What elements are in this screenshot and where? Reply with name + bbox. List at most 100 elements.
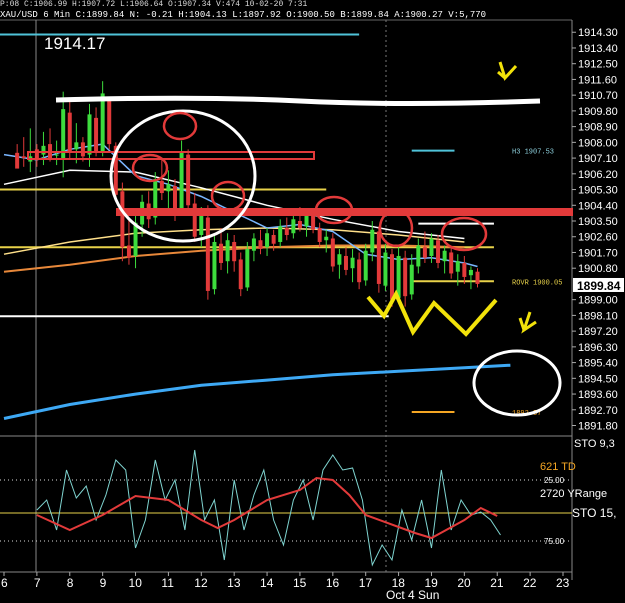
price-tick-label: 1908.90: [578, 122, 618, 134]
price-tick-label: 1895.40: [578, 358, 618, 370]
price-tick-label: 1911.60: [578, 74, 617, 86]
candle-body: [396, 255, 401, 298]
candle-body: [232, 241, 237, 262]
candle-body: [436, 240, 441, 263]
candle-body: [74, 142, 79, 150]
current-price-label: 1899.84: [577, 279, 621, 293]
annotation-red-box: [27, 151, 315, 160]
candle-body: [370, 229, 375, 253]
candle-body: [265, 233, 270, 248]
candle-body: [416, 245, 421, 267]
candle-body: [179, 152, 184, 211]
candle-body: [54, 154, 59, 156]
candle-body: [120, 191, 125, 248]
candle-body: [324, 236, 329, 241]
candle-body: [403, 257, 408, 297]
price-tick-label: 1914.30: [578, 27, 618, 39]
price-tick-label: 1898.10: [578, 310, 618, 322]
time-tick-label: 20: [457, 576, 471, 590]
candle-body: [383, 252, 388, 286]
price-tick-label: 1903.50: [578, 216, 618, 228]
candle-body: [238, 259, 243, 290]
sto-label-2: STO 15,: [572, 506, 616, 520]
ma-long-line: [3, 363, 511, 420]
candle-body: [422, 247, 427, 258]
yrange-label: 2720 YRange: [540, 488, 607, 500]
candle-body: [297, 221, 302, 228]
time-tick-label: 22: [523, 576, 537, 590]
candle-body: [442, 250, 447, 262]
candle-body: [317, 228, 322, 242]
time-tick-label: 6: [1, 576, 8, 590]
candle-body: [258, 240, 263, 249]
candle-body: [107, 100, 112, 145]
time-tick-label: 14: [260, 576, 274, 590]
candle-body: [94, 117, 99, 153]
candle-body: [245, 248, 250, 288]
candle-body: [343, 255, 348, 270]
candle-body: [284, 228, 289, 235]
price-tick-label: 1906.20: [578, 169, 618, 181]
price-tick-label: 1896.30: [578, 342, 618, 354]
time-tick-label: 10: [129, 576, 143, 590]
candle-body: [376, 231, 381, 284]
td-label: 621 TD: [540, 461, 576, 473]
candle-body: [186, 154, 191, 206]
price-tick-label: 1910.70: [578, 90, 618, 102]
time-tick-label: 13: [227, 576, 241, 590]
candle-body: [475, 271, 480, 284]
time-tick-label: 15: [293, 576, 307, 590]
candle-body: [41, 145, 46, 155]
candle-body: [212, 241, 217, 290]
candle-body: [251, 238, 256, 251]
price-chart[interactable]: 1914.30 1913.40 1912.50 1911.60 1910.70 1909.…: [0, 0, 625, 603]
candle-body: [225, 240, 230, 262]
candle-body: [330, 238, 335, 267]
price-tick-label: 1909.80: [578, 106, 618, 118]
candle-body: [455, 261, 460, 272]
candle-body: [219, 243, 224, 263]
candle-body: [350, 257, 355, 269]
candle-body: [15, 152, 20, 169]
candle-body: [199, 215, 204, 235]
rovr-level-label: ROVR 1900.05: [512, 279, 562, 287]
annotation-red-circle: [162, 111, 198, 141]
sto-tick-75: 75.00: [544, 537, 565, 546]
candle-body: [409, 264, 414, 295]
price-tick-label: 1900.80: [578, 263, 618, 275]
time-tick-label: 11: [161, 576, 174, 590]
price-tick-label: 1907.10: [578, 153, 618, 165]
h3-level-label: H3 1907.53: [512, 149, 554, 157]
candle-body: [61, 109, 66, 159]
candle-body: [311, 215, 316, 230]
candle-body: [21, 156, 26, 159]
price-tick-label: 1891.80: [578, 421, 618, 433]
annotation-yellow-arrow: [518, 311, 537, 334]
price-tick-label: 1904.40: [578, 200, 618, 212]
annotation-red-circle: [210, 180, 246, 212]
annotation-target-circle: [472, 349, 562, 417]
candle-body: [126, 245, 131, 258]
candle-body: [449, 252, 454, 274]
annotation-white-line: [55, 95, 541, 106]
price-tick-label: 1912.50: [578, 59, 618, 71]
annotation-yellow-w: [366, 289, 498, 337]
price-tick-label: 1893.60: [578, 389, 618, 401]
annotation-yellow-arrow: [497, 61, 518, 81]
price-tick-label: 1905.30: [578, 185, 618, 197]
candle-body: [337, 254, 342, 265]
price-tick-label: 1901.70: [578, 247, 618, 259]
candle-body: [205, 217, 210, 291]
candle-body: [271, 234, 276, 244]
candle-body: [291, 219, 296, 234]
annotation-red-bar: [116, 208, 573, 216]
time-tick-label: 12: [194, 576, 208, 590]
candle-body: [67, 112, 72, 152]
price-tick-label: 1892.70: [578, 405, 618, 417]
candle-body: [357, 259, 362, 283]
candle-body: [100, 93, 105, 152]
time-tick-label: 16: [326, 576, 340, 590]
candle-body: [390, 254, 395, 300]
candle-body: [278, 226, 283, 242]
price-tick-label: 1902.60: [578, 232, 618, 244]
